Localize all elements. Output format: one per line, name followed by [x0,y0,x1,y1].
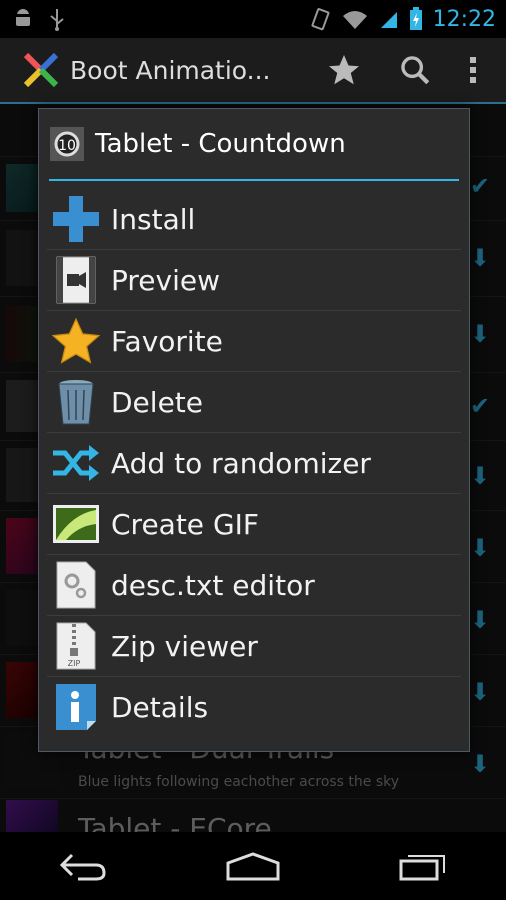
menu-item-delete[interactable]: Delete [47,372,461,433]
menu-item-desc-editor[interactable]: desc.txt editor [47,555,461,616]
usb-icon [50,9,64,31]
menu-item-label: Install [111,202,196,236]
app-title: Boot Animatio... [70,55,271,85]
shuffle-icon [53,445,99,481]
app-logo-icon[interactable] [22,51,60,89]
svg-text:ZIP: ZIP [68,659,81,668]
menu-item-create-gif[interactable]: Create GIF [47,494,461,555]
menu-item-zip-viewer[interactable]: ZIP Zip viewer [47,616,461,677]
vibrate-icon [311,8,330,31]
zip-file-icon: ZIP [56,622,96,670]
overflow-menu-icon[interactable] [468,55,478,85]
menu-item-label: Add to randomizer [111,446,371,480]
dialog-title: Tablet - Countdown [95,129,346,159]
menu-item-label: Delete [111,385,203,419]
star-icon [51,317,101,364]
menu-item-label: Preview [111,263,220,297]
status-bar: 12:22 [0,0,506,38]
signal-icon [380,12,397,28]
menu-item-favorite[interactable]: Favorite [47,311,461,372]
image-icon [53,505,99,543]
menu-item-add-to-randomizer[interactable]: Add to randomizer [47,433,461,494]
action-bar: Boot Animatio... [0,38,506,104]
plus-icon [53,196,99,242]
menu-item-label: Favorite [111,324,223,358]
svg-text:10: 10 [58,138,76,154]
video-icon [56,256,96,304]
navigation-bar [0,832,506,900]
context-menu-dialog: 10 Tablet - Countdown Install Preview Fa… [38,108,470,752]
clock: 12:22 [432,6,496,32]
menu-item-details[interactable]: Details [47,677,461,737]
info-icon [56,684,96,730]
search-icon[interactable] [398,53,432,87]
menu-item-install[interactable]: Install [47,189,461,250]
menu-item-label: Details [111,690,209,724]
home-icon[interactable] [225,851,281,881]
android-icon [16,9,30,26]
battery-charging-icon [409,7,422,30]
recent-apps-icon[interactable] [398,851,448,881]
wifi-icon [342,11,367,29]
menu-item-label: Zip viewer [111,629,258,663]
animation-thumbnail-icon: 10 [50,127,84,161]
menu-item-label: desc.txt editor [111,568,315,602]
star-icon[interactable] [326,52,362,88]
dialog-divider [49,179,459,181]
back-icon[interactable] [58,851,108,881]
settings-file-icon [56,561,96,609]
menu-item-preview[interactable]: Preview [47,250,461,311]
dialog-header: 10 Tablet - Countdown [49,109,459,179]
trash-icon [58,380,94,425]
menu-item-label: Create GIF [111,507,259,541]
